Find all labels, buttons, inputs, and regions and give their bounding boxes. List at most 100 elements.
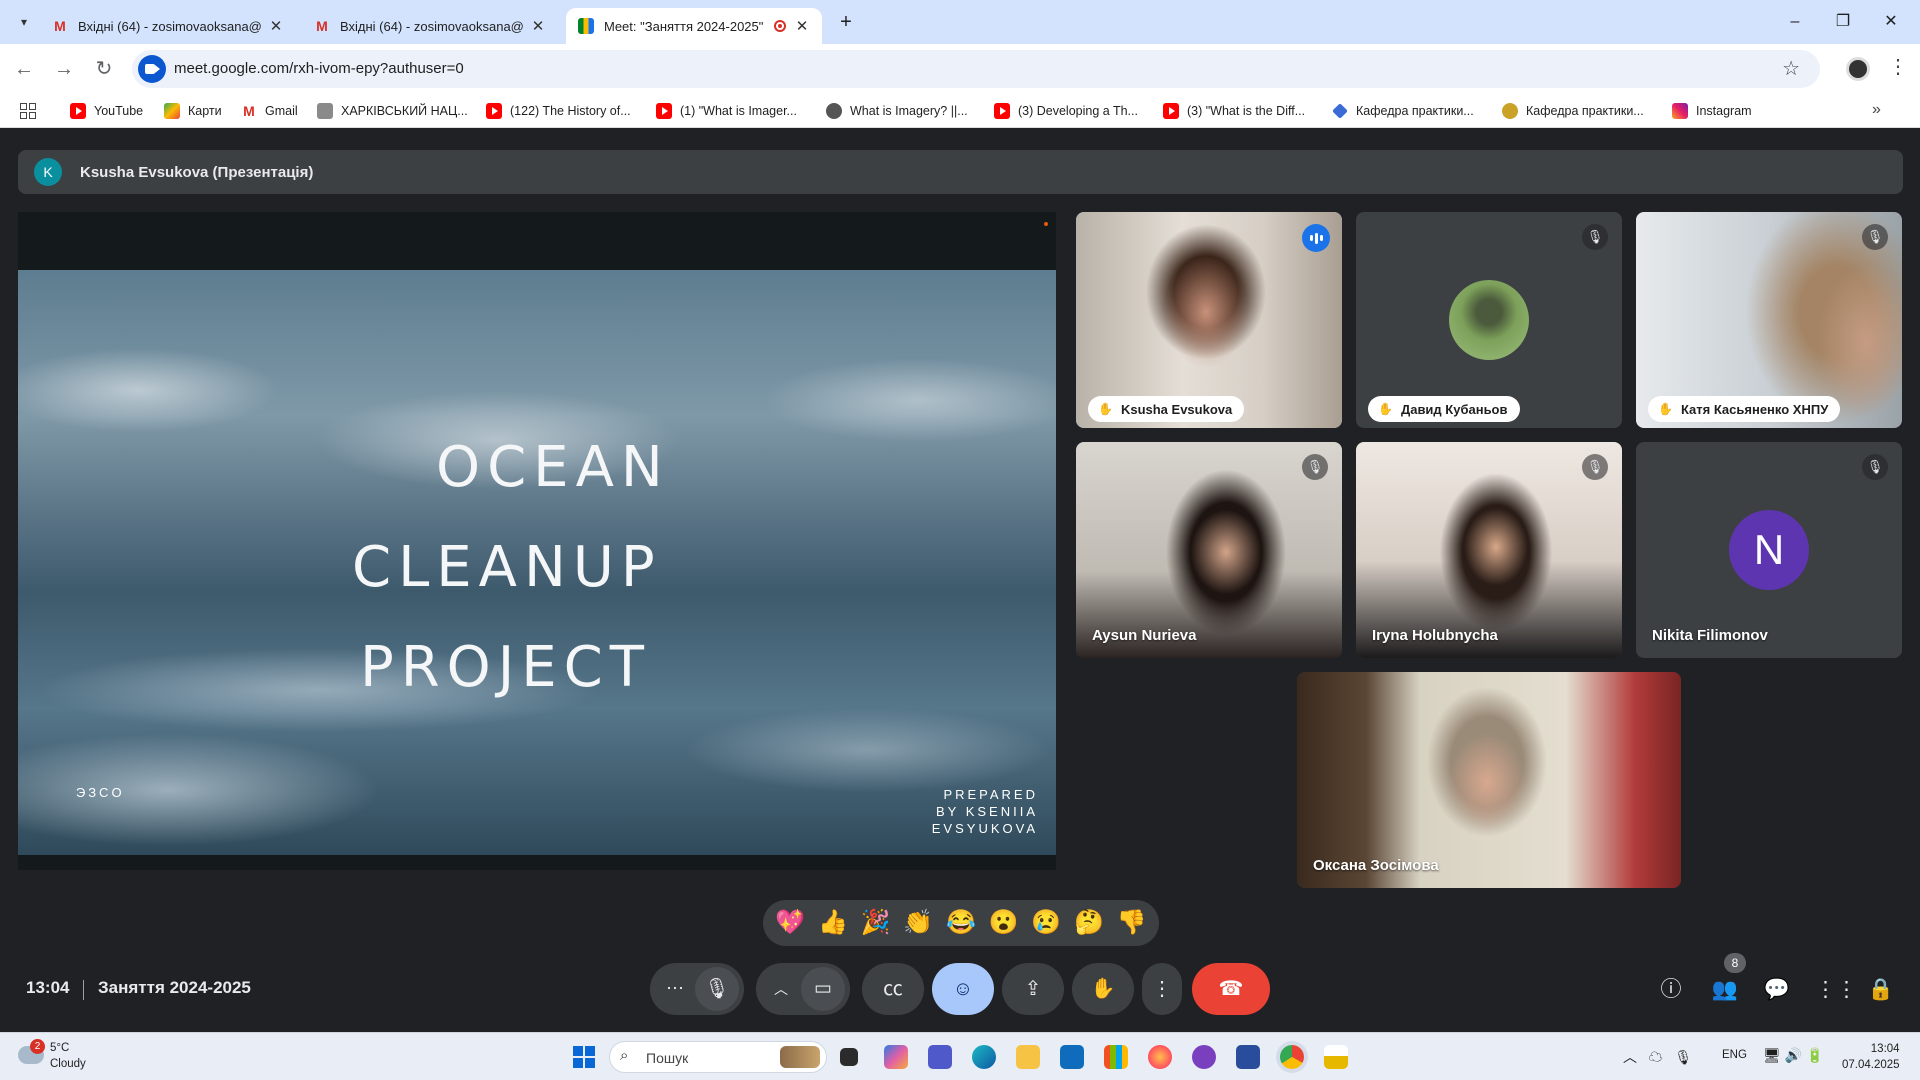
present-button[interactable]: ⇪ — [1002, 963, 1064, 1015]
bookmark-kharkiv[interactable]: ХАРКІВСЬКИЙ НАЦ... — [317, 101, 468, 121]
site-icon — [1332, 103, 1348, 119]
bookmark-maps[interactable]: Карти — [164, 101, 222, 121]
host-controls-icon[interactable]: 🔒 — [1866, 975, 1896, 1005]
reaction-clap[interactable]: 👏 — [903, 908, 933, 938]
close-icon[interactable]: ✕ — [530, 17, 546, 35]
participant-avatar: N — [1729, 510, 1809, 590]
bookmark-imagery-2[interactable]: What is Imagery? ||... — [826, 101, 968, 121]
participant-tile[interactable]: 🎙 Iryna Holubnycha — [1356, 442, 1622, 658]
address-bar[interactable]: meet.google.com/rxh-ivom-epy?authuser=0 … — [132, 50, 1820, 88]
reactions-button[interactable]: ☺ — [932, 963, 994, 1015]
store-icon[interactable] — [1104, 1045, 1128, 1069]
task-view-icon[interactable] — [840, 1048, 858, 1066]
taskbar-search[interactable]: ⌕ Пошук — [609, 1041, 827, 1073]
forward-icon[interactable]: → — [50, 55, 78, 83]
taskbar-clock[interactable]: 13:04 07.04.2025 — [1842, 1041, 1900, 1073]
windows-start-icon[interactable] — [573, 1046, 595, 1068]
participant-tile[interactable]: Оксана Зосімова — [1297, 672, 1681, 888]
slide-title-line-1: OCEAN — [436, 435, 670, 500]
activities-icon[interactable]: ⋮⋮ — [1815, 975, 1857, 1005]
slide-logo: ЭЗCO — [76, 785, 125, 800]
participant-tile[interactable]: 🎙 ✋ Давид Кубаньов — [1356, 212, 1622, 428]
minimize-icon[interactable]: – — [1772, 8, 1818, 36]
reaction-thinking[interactable]: 🤔 — [1074, 908, 1104, 938]
tab-gmail-2[interactable]: M Вхідні (64) - zosimovaoksana@ ✕ — [302, 8, 558, 44]
close-icon[interactable]: ✕ — [794, 17, 810, 35]
taskbar-time: 13:04 — [1870, 1043, 1900, 1055]
participant-tile[interactable]: 🎙 Aysun Nurieva — [1076, 442, 1342, 658]
bookmark-history[interactable]: (122) The History of... — [486, 101, 631, 121]
window-close-icon[interactable]: ✕ — [1868, 8, 1914, 36]
bookmark-instagram[interactable]: Instagram — [1672, 101, 1752, 121]
file-explorer-icon[interactable] — [1016, 1045, 1040, 1069]
participant-name: Оксана Зосімова — [1313, 857, 1439, 874]
edge-icon[interactable] — [972, 1045, 996, 1069]
tab-meet[interactable]: Meet: "Заняття 2024-2025" ✕ — [566, 8, 822, 44]
chat-icon[interactable]: 💬 — [1762, 975, 1792, 1005]
tray-status-icons[interactable]: 🖥 🔊 🔋 — [1763, 1047, 1823, 1064]
leave-call-button[interactable]: ☎ — [1192, 963, 1270, 1015]
people-icon[interactable]: 👥 — [1710, 975, 1740, 1005]
bookmark-star-icon[interactable]: ☆ — [1782, 56, 1800, 81]
reaction-thumbs-up[interactable]: 👍 — [818, 908, 848, 938]
video-options-icon[interactable]: ︿ — [766, 975, 796, 1003]
bookmark-difference[interactable]: (3) "What is the Diff... — [1163, 101, 1305, 121]
name-pill: ✋ Ksusha Evsukova — [1088, 396, 1245, 422]
search-highlight-icon — [780, 1046, 820, 1068]
system-tray[interactable]: ︿ ☁ 🎙 — [1623, 1047, 1692, 1067]
reload-icon[interactable]: ↻ — [90, 55, 118, 83]
input-language[interactable]: ENG — [1722, 1049, 1747, 1061]
profile-avatar[interactable] — [1846, 57, 1870, 81]
back-icon[interactable]: ← — [10, 55, 38, 83]
youtube-icon — [656, 103, 672, 119]
new-tab-button[interactable]: + — [832, 8, 860, 36]
mic-button[interactable]: 🎙 — [695, 967, 739, 1011]
app-icon[interactable] — [1192, 1045, 1216, 1069]
participant-video — [1076, 442, 1342, 658]
camera-button[interactable]: ▭ — [801, 967, 845, 1011]
gmail-icon: M — [316, 18, 328, 34]
more-options-button[interactable]: ⋮ — [1142, 963, 1182, 1015]
bookmark-developing[interactable]: (3) Developing a Th... — [994, 101, 1138, 121]
reaction-sad[interactable]: 😢 — [1031, 908, 1061, 938]
reaction-party[interactable]: 🎉 — [861, 908, 891, 938]
participant-tile[interactable]: N 🎙 Nikita Filimonov — [1636, 442, 1902, 658]
captions-button[interactable]: ㏄ — [862, 963, 924, 1015]
presentation-screen[interactable]: OCEAN CLEANUP PROJECT ЭЗCO PREPARED BY K… — [18, 212, 1056, 870]
participant-name: Nikita Filimonov — [1652, 627, 1768, 644]
audio-options-icon[interactable]: ⋯ — [660, 975, 690, 1003]
site-info-icon[interactable] — [138, 55, 166, 83]
tab-search-button[interactable]: ▾ — [12, 10, 36, 34]
participant-tile[interactable]: ✋ Ksusha Evsukova — [1076, 212, 1342, 428]
reaction-surprised[interactable]: 😮 — [989, 908, 1019, 938]
teams-icon[interactable] — [928, 1045, 952, 1069]
tab-gmail-1[interactable]: M Вхідні (64) - zosimovaoksana@ ✕ — [40, 8, 296, 44]
chrome-icon[interactable] — [1280, 1045, 1304, 1069]
reaction-thumbs-down[interactable]: 👎 — [1117, 908, 1147, 938]
bookmark-gmail[interactable]: M Gmail — [241, 101, 298, 121]
close-icon[interactable]: ✕ — [268, 17, 284, 35]
bookmark-kafedra-2[interactable]: Кафедра практики... — [1502, 101, 1644, 121]
copilot-icon[interactable] — [884, 1045, 908, 1069]
firefox-icon[interactable] — [1148, 1045, 1172, 1069]
site-icon — [826, 103, 842, 119]
reaction-laugh[interactable]: 😂 — [946, 908, 976, 938]
apps-grid-icon[interactable] — [20, 103, 36, 119]
browser-menu-icon[interactable]: ⋮ — [1888, 54, 1908, 79]
app-icon[interactable] — [1324, 1045, 1348, 1069]
reaction-heart[interactable]: 💖 — [775, 908, 805, 938]
bookmark-imagery-1[interactable]: (1) "What is Imager... — [656, 101, 797, 121]
mail-icon[interactable] — [1060, 1045, 1084, 1069]
save-app-icon[interactable] — [1236, 1045, 1260, 1069]
speaking-indicator-icon — [1302, 224, 1330, 252]
raise-hand-button[interactable]: ✋ — [1072, 963, 1134, 1015]
bookmark-youtube[interactable]: YouTube — [70, 101, 143, 121]
participant-tile[interactable]: 🎙 ✋ Катя Касьяненко ХНПУ — [1636, 212, 1902, 428]
restore-icon[interactable]: ❐ — [1820, 8, 1866, 36]
recording-icon — [774, 20, 786, 32]
more-bookmarks-icon[interactable]: » — [1872, 101, 1881, 119]
bookmark-kafedra-1[interactable]: Кафедра практики... — [1332, 101, 1474, 121]
meeting-info-icon[interactable]: ⓘ — [1656, 975, 1686, 1005]
participant-name: Iryna Holubnycha — [1372, 627, 1498, 644]
youtube-icon — [1163, 103, 1179, 119]
